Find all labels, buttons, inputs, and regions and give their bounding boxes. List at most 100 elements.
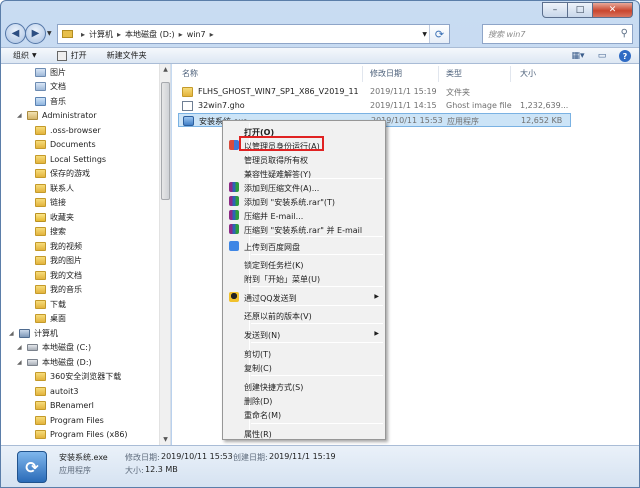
file-type: 文件夹 — [446, 88, 470, 97]
details-file-name: 安装系统.exe — [59, 453, 108, 462]
column-header-type[interactable]: 类型 — [446, 68, 462, 80]
details-size-value: 12.3 MB — [145, 465, 178, 474]
menu-separator — [251, 375, 383, 376]
file-row[interactable]: 32win7.gho 2019/11/1 14:15 Ghost image fil… — [178, 99, 571, 113]
breadcrumb-separator-icon[interactable]: ▸ — [117, 30, 121, 39]
tree-item[interactable]: 链接 — [25, 196, 66, 210]
expand-toggle-icon[interactable]: ◢ — [9, 330, 17, 337]
column-header-size[interactable]: 大小 — [520, 68, 536, 80]
context-menu-item[interactable]: 发送到(N) ▶ — [225, 328, 383, 341]
navigation-bar: ◀ ▶ ▼ ▸ 计算机 ▸ 本地磁盘 (D:) ▸ win7 ▸ ▼ ⟳ 搜索 … — [1, 21, 639, 47]
expand-toggle-icon[interactable]: ◢ — [17, 359, 25, 366]
breadcrumb-separator-icon[interactable]: ▸ — [179, 30, 183, 39]
expand-toggle-icon[interactable]: ◢ — [17, 344, 25, 351]
tree-item-label: .oss-browser — [50, 125, 101, 135]
breadcrumb-win7[interactable]: win7 — [187, 30, 206, 39]
tree-item[interactable]: 保存的游戏 — [25, 167, 90, 181]
tree-item[interactable]: 桌面 — [25, 312, 66, 326]
expand-toggle-icon[interactable]: ◢ — [17, 112, 25, 119]
tree-item[interactable]: ◢ 本地磁盘 (C:) — [17, 341, 91, 355]
tree-item-label: 我的文档 — [50, 270, 82, 280]
context-menu-item[interactable]: 重命名(M) — [225, 408, 383, 421]
context-menu-item[interactable]: 剪切(T) — [225, 347, 383, 360]
scroll-down-icon[interactable]: ▼ — [160, 434, 170, 445]
column-header-name[interactable]: 名称 — [182, 68, 198, 80]
context-menu-item[interactable]: 管理员取得所有权 — [225, 153, 383, 166]
tree-item[interactable]: Program Files (x86) — [25, 428, 128, 442]
tree-item[interactable]: BRenamerl — [25, 399, 94, 413]
column-divider[interactable] — [510, 66, 511, 82]
new-folder-button[interactable]: 新建文件夹 — [107, 50, 147, 61]
file-row[interactable]: FLHS_GHOST_WIN7_SP1_X86_V2019_11 2019/11/… — [178, 85, 571, 99]
maximize-button[interactable]: □ — [568, 2, 593, 18]
open-icon — [56, 50, 67, 61]
tree-item[interactable]: 我的视频 — [25, 239, 82, 253]
context-menu-item[interactable]: 属性(R) — [225, 427, 383, 440]
tree-item[interactable]: 下载 — [25, 297, 66, 311]
back-button[interactable]: ◀ — [5, 23, 26, 44]
history-dropdown-icon[interactable]: ▼ — [47, 30, 52, 37]
help-icon[interactable]: ? — [619, 50, 631, 62]
tree-item-label: 联系人 — [50, 183, 74, 193]
column-divider[interactable] — [362, 66, 363, 82]
context-menu-item[interactable]: 还原以前的版本(V) — [225, 309, 383, 322]
context-menu-item[interactable]: 通过QQ发送到 ▶ — [225, 291, 383, 304]
breadcrumb-separator-icon[interactable]: ▸ — [81, 30, 85, 39]
tree-item[interactable]: Local Settings — [25, 152, 106, 166]
tree-item[interactable]: 音乐 — [25, 94, 66, 108]
context-menu-item[interactable]: 创建快捷方式(S) — [225, 380, 383, 393]
tree-item[interactable]: autoit3 — [25, 384, 78, 398]
tree-item[interactable]: Documents — [25, 138, 96, 152]
column-header-date[interactable]: 修改日期 — [370, 68, 402, 80]
close-button[interactable]: ✕ — [593, 2, 633, 18]
tree-item[interactable]: 我的文档 — [25, 268, 82, 282]
tree-item[interactable]: 360安全浏览器下载 — [25, 370, 121, 384]
open-button[interactable]: 打开 — [56, 50, 87, 61]
forward-button[interactable]: ▶ — [25, 23, 46, 44]
context-menu-item[interactable]: 锁定到任务栏(K) — [225, 258, 383, 271]
breadcrumb-computer[interactable]: 计算机 — [89, 29, 113, 40]
tree-item[interactable]: ◢ 本地磁盘 (D:) — [17, 355, 92, 369]
context-menu-item[interactable]: 上传到百度网盘 — [225, 240, 383, 253]
tree-item[interactable]: 我的音乐 — [25, 283, 82, 297]
tree-item-label: 我的图片 — [50, 256, 82, 265]
organize-menu[interactable]: 组织 ▼ — [13, 50, 37, 61]
tree-item[interactable]: Program Files — [25, 413, 104, 427]
breadcrumb-separator-icon[interactable]: ▸ — [210, 30, 214, 39]
context-menu-item[interactable]: 复制(C) — [225, 361, 383, 374]
context-menu-item[interactable]: 添加到压缩文件(A)... — [225, 181, 383, 194]
context-menu-item[interactable]: 压缩到 "安装系统.rar" 并 E-mail — [225, 223, 383, 236]
address-bar[interactable]: ▸ 计算机 ▸ 本地磁盘 (D:) ▸ win7 ▸ ▼ ⟳ — [57, 24, 450, 44]
nav-pane-scrollbar[interactable]: ▲ ▼ — [159, 64, 170, 445]
details-created-label: 创建日期: — [233, 453, 268, 462]
tree-item[interactable]: 搜索 — [25, 225, 66, 239]
tree-item[interactable]: 图片 — [25, 65, 66, 79]
context-menu-item[interactable]: 添加到 "安装系统.rar"(T) — [225, 195, 383, 208]
tree-item[interactable]: 文档 — [25, 80, 66, 94]
tree-item[interactable]: 我的图片 — [25, 254, 82, 268]
context-menu-item[interactable]: 压缩并 E-mail... — [225, 209, 383, 222]
folder-icon — [62, 30, 73, 38]
search-input[interactable]: 搜索 win7 ⚲ — [482, 24, 633, 44]
tree-item-label: 下载 — [50, 299, 66, 309]
breadcrumb-drive-d[interactable]: 本地磁盘 (D:) — [125, 29, 175, 40]
column-divider[interactable] — [438, 66, 439, 82]
tree-item[interactable]: 收藏夹 — [25, 210, 74, 224]
forward-arrow-icon: ▶ — [31, 28, 40, 39]
scrollbar-thumb[interactable] — [161, 82, 170, 200]
context-menu-label: 上传到百度网盘 — [244, 243, 300, 252]
context-menu-item[interactable]: 附到「开始」菜单(U) — [225, 272, 383, 285]
preview-pane-icon[interactable]: ▭ — [595, 50, 609, 62]
scroll-up-icon[interactable]: ▲ — [160, 64, 170, 75]
tree-item[interactable]: .oss-browser — [25, 123, 101, 137]
context-menu-item[interactable]: 删除(D) — [225, 394, 383, 407]
refresh-button[interactable]: ⟳ — [429, 25, 449, 43]
view-options-icon[interactable]: ▦▾ — [571, 50, 585, 62]
tree-item-label: 本地磁盘 (C:) — [42, 343, 92, 352]
tree-item-label: 文档 — [50, 82, 66, 91]
tree-item[interactable]: 联系人 — [25, 181, 74, 195]
tree-item[interactable]: ◢ Administrator — [17, 109, 97, 123]
address-dropdown-icon[interactable]: ▼ — [422, 31, 427, 38]
minimize-button[interactable]: – — [542, 2, 568, 18]
tree-item[interactable]: ◢ 计算机 — [9, 326, 58, 340]
